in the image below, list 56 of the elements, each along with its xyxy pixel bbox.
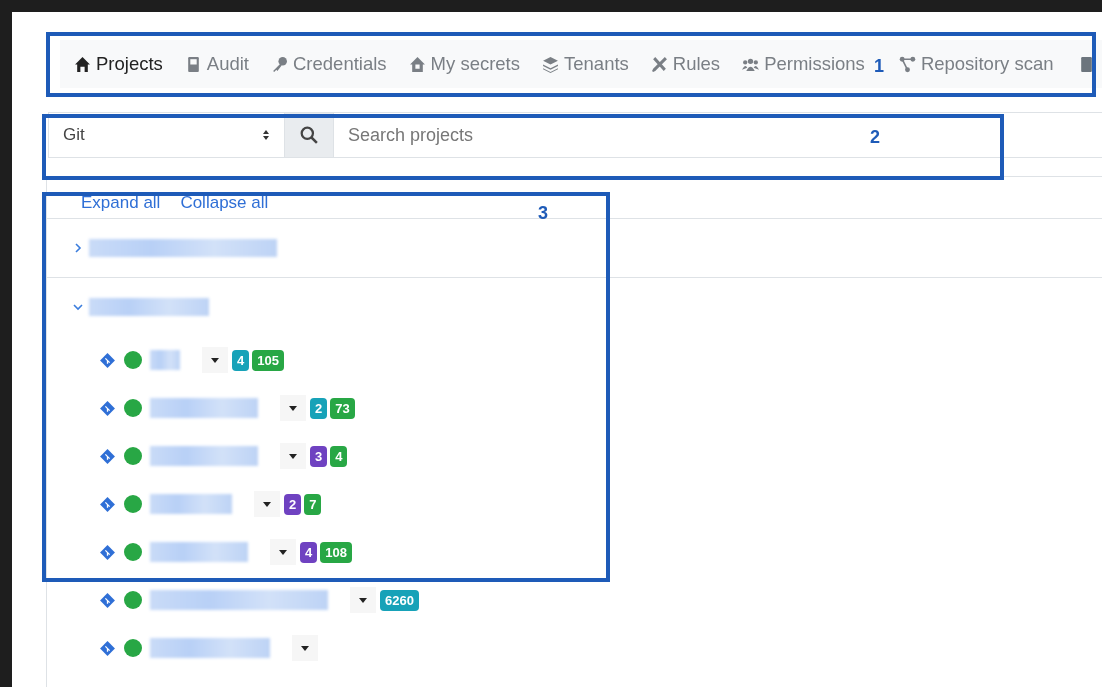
- network-icon: [898, 55, 916, 73]
- nav-link[interactable]: Permissions: [742, 53, 865, 75]
- nav-link[interactable]: Rules: [650, 53, 721, 75]
- count-badge: 3: [310, 445, 328, 467]
- chevron-down-icon[interactable]: [73, 302, 83, 312]
- caret-icon: [359, 597, 367, 603]
- layers-icon: [542, 55, 559, 73]
- caret-icon: [279, 549, 287, 555]
- chevron-right-icon[interactable]: [73, 243, 83, 253]
- count-badge: 73: [330, 397, 355, 419]
- caret-icon: [289, 453, 297, 459]
- dropdown-button[interactable]: [254, 491, 280, 517]
- nav-link[interactable]: Tenants: [542, 53, 629, 75]
- count-badge: 108: [320, 541, 352, 563]
- caret-icon: [263, 501, 271, 507]
- dropdown-button[interactable]: [270, 539, 296, 565]
- count-badge: 2: [284, 493, 302, 515]
- count-badge: 4: [330, 445, 348, 467]
- git-icon: [99, 447, 116, 465]
- count-badge: 105: [252, 349, 284, 371]
- text-link[interactable]: Expand all: [81, 193, 161, 218]
- git-icon: [99, 639, 116, 657]
- dropdown-button[interactable]: [280, 443, 306, 469]
- count-badge: 2: [310, 397, 328, 419]
- git-icon: [99, 495, 116, 513]
- house-icon: [408, 55, 426, 73]
- git-icon: [99, 351, 116, 369]
- annotation-number: 2: [870, 127, 880, 148]
- dropdown-button[interactable]: [280, 395, 306, 421]
- sort-icon: [262, 129, 270, 141]
- nav-link[interactable]: Audit: [184, 53, 249, 75]
- home-icon: [74, 55, 91, 73]
- git-icon: [99, 591, 116, 609]
- annotation-number: 1: [874, 56, 884, 77]
- caret-icon: [301, 645, 309, 651]
- count-badge: 7: [304, 493, 322, 515]
- search-icon: [300, 126, 318, 144]
- dropdown-button[interactable]: [292, 635, 318, 661]
- redacted-project-name: [150, 350, 180, 370]
- search-button[interactable]: [284, 113, 334, 157]
- annotation-number: 3: [538, 203, 548, 224]
- nav-link[interactable]: Repository scan: [898, 53, 1054, 75]
- caret-icon: [211, 357, 219, 363]
- dropdown-button[interactable]: [202, 347, 228, 373]
- count-badge: 4: [300, 541, 318, 563]
- text-link[interactable]: Collapse all: [180, 193, 269, 218]
- git-icon: [99, 543, 116, 561]
- key-icon: [271, 55, 288, 73]
- dropdown-button[interactable]: [350, 587, 376, 613]
- nav-link[interactable]: Credentials: [271, 53, 387, 75]
- caret-icon: [289, 405, 297, 411]
- count-badge: 4: [232, 349, 250, 371]
- nav-link[interactable]: My secrets: [408, 53, 520, 75]
- count-badge: 6260: [380, 589, 419, 611]
- nav-link[interactable]: Projects: [74, 53, 163, 75]
- git-icon: [99, 399, 116, 417]
